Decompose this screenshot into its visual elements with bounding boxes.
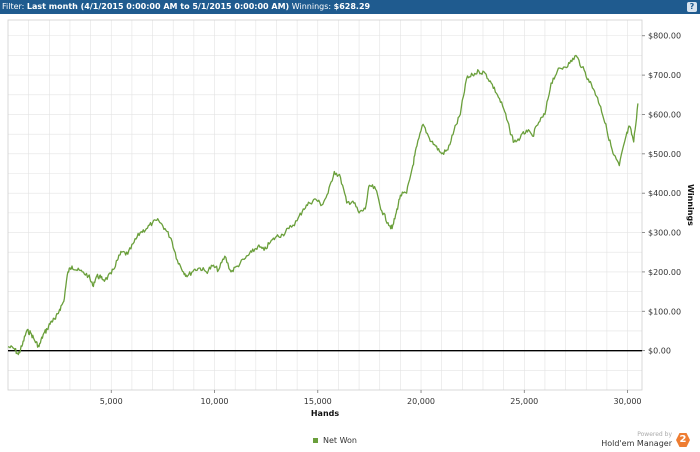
y-tick-label: $200.00	[648, 268, 681, 277]
chart-legend[interactable]: Net Won	[313, 436, 357, 445]
x-tick-label: 5,000	[100, 397, 123, 406]
y-tick-label: $500.00	[648, 150, 681, 159]
winnings-label: Winnings:	[291, 2, 332, 11]
chart-lines	[7, 54, 642, 356]
x-tick-label: 25,000	[510, 397, 538, 406]
y-tick-label: $0.00	[648, 347, 671, 356]
plot-frame	[7, 19, 643, 391]
y-axis-ticks: $0.00 $100.00 $200.00 $300.00 $400.00 $500.00…	[642, 32, 681, 356]
filter-range: Last month (4/1/2015 0:00:00 AM to 5/1/2…	[26, 2, 290, 11]
winnings-chart: 5,000 10,000 15,000 20,000 25,000 30,000 $0.0…	[7, 19, 695, 418]
hold-em-manager-logo-icon: 2	[676, 433, 690, 447]
y-tick-label: $400.00	[648, 189, 681, 198]
product-name: Hold'em Manager	[601, 439, 672, 448]
help-icon[interactable]: ?	[687, 2, 697, 12]
y-tick-label: $100.00	[648, 307, 681, 316]
y-axis-label: Winnings	[686, 184, 695, 226]
x-tick-label: 20,000	[407, 397, 435, 406]
y-tick-label: $800.00	[648, 32, 681, 41]
winnings-value: $628.29	[333, 2, 371, 11]
y-tick-label: $700.00	[648, 71, 681, 80]
powered-by-text: Powered by	[637, 431, 672, 438]
filter-bar: Filter: Last month (4/1/2015 0:00:00 AM …	[0, 0, 700, 14]
legend-label: Net Won	[323, 436, 357, 445]
x-tick-label: 30,000	[614, 397, 642, 406]
chart-grid	[7, 19, 643, 391]
branding: Powered by Hold'em Manager 2	[584, 431, 694, 451]
x-axis-label: Hands	[311, 409, 340, 418]
series-line-net-won	[7, 54, 639, 356]
x-tick-label: 10,000	[201, 397, 229, 406]
y-tick-label: $600.00	[648, 110, 681, 119]
y-tick-label: $300.00	[648, 229, 681, 238]
filter-label: Filter:	[2, 2, 25, 11]
x-axis-ticks: 5,000 10,000 15,000 20,000 25,000 30,000	[100, 390, 642, 406]
legend-swatch	[313, 438, 318, 443]
x-tick-label: 15,000	[304, 397, 332, 406]
